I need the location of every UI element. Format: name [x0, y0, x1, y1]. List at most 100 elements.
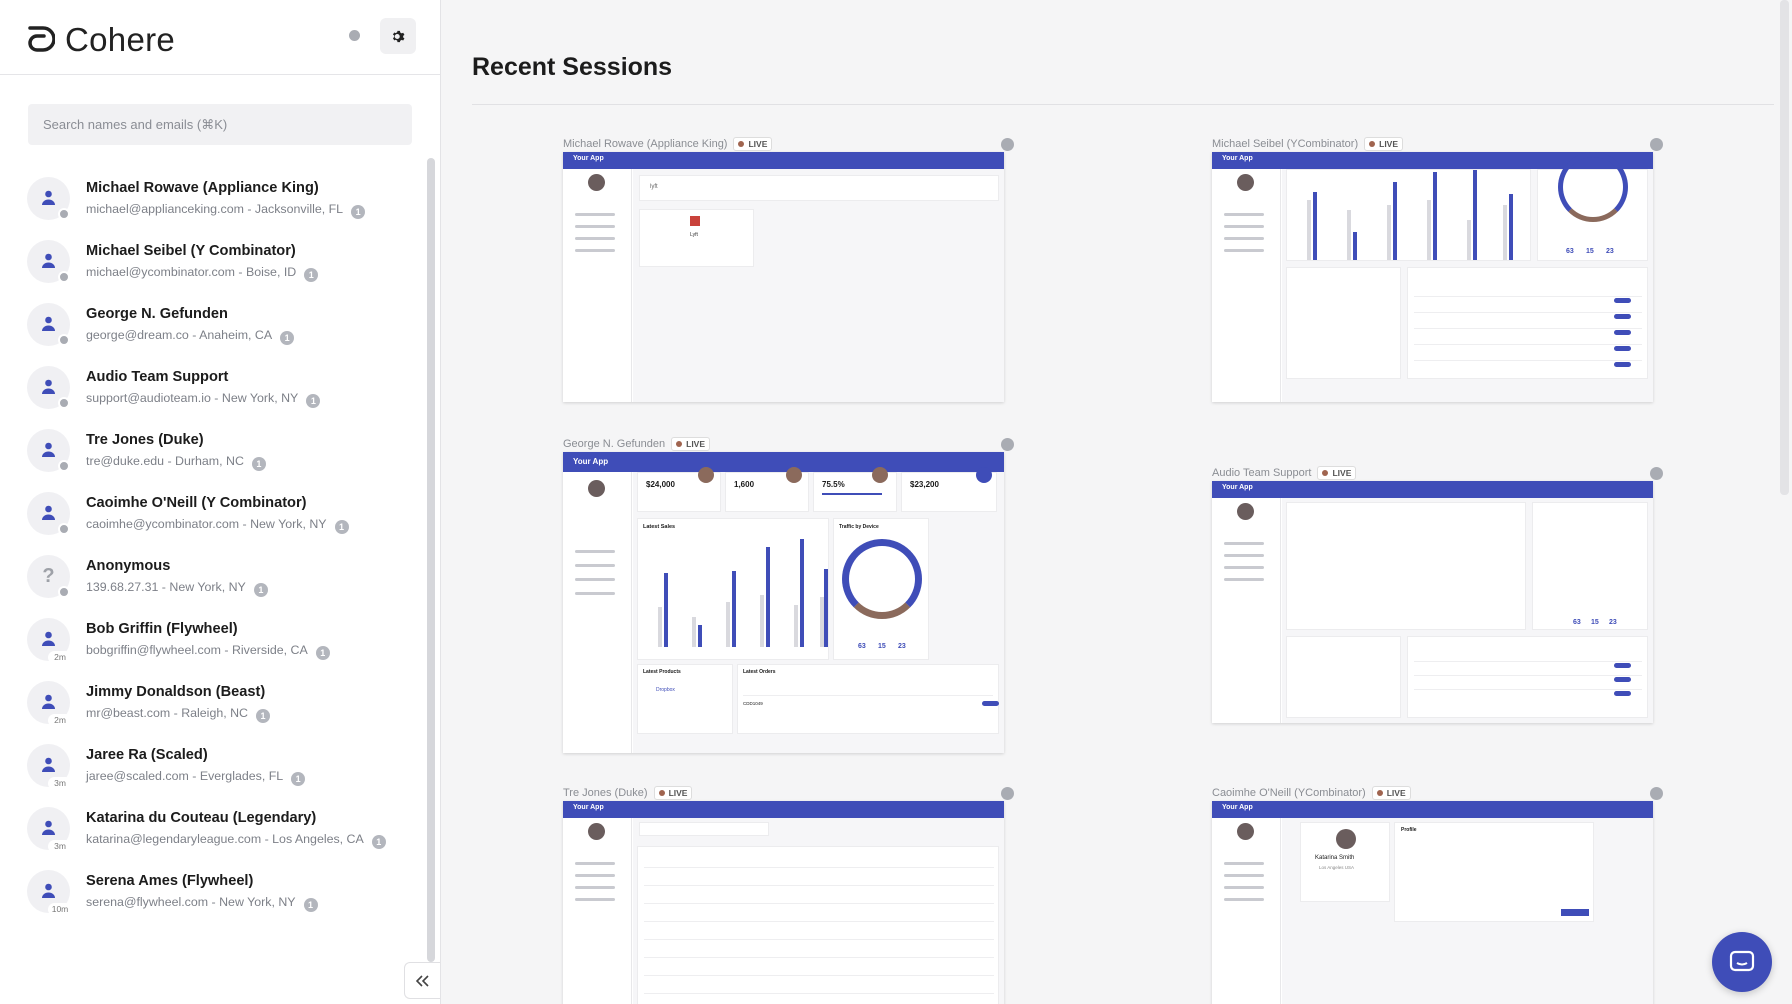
user-email: serena@flywheel.com [86, 895, 209, 909]
user-email: jaree@scaled.com [86, 769, 189, 783]
user-meta: serena@flywheel.com - New York, NY 1 [86, 895, 318, 912]
thumb-content [633, 818, 1004, 1004]
user-list-item[interactable]: Caoimhe O'Neill (Y Combinator) caoimhe@yc… [0, 469, 426, 541]
live-label: LIVE [1332, 468, 1352, 478]
live-dot-icon [1369, 141, 1376, 147]
session-status-dot [1650, 138, 1663, 151]
user-list-item[interactable]: 10m Serena Ames (Flywheel) serena@flywheel… [0, 847, 426, 919]
thumb-content: 63 15 23 [1282, 498, 1653, 723]
user-list-item[interactable]: George N. Gefunden george@dream.co - Anah… [0, 280, 426, 352]
thumb-avatar [588, 174, 605, 191]
session-status-dot [1650, 467, 1663, 480]
user-email: 139.68.27.31 [86, 580, 159, 594]
thumb-avatar [1237, 823, 1254, 840]
live-dot-icon [658, 790, 665, 796]
thumb-avatar [588, 480, 605, 497]
session-thumbnail[interactable]: Your App lyft Lyft [563, 152, 1004, 402]
thumb-sidebar [1212, 818, 1281, 1004]
user-email: tre@duke.edu [86, 454, 165, 468]
person-icon [42, 316, 55, 331]
brand[interactable]: Cohere [27, 20, 175, 60]
meta-separator: - [220, 643, 232, 657]
user-name: Audio Team Support [86, 369, 229, 385]
chat-icon [1729, 950, 1755, 972]
user-email: michael@ycombinator.com [86, 265, 235, 279]
session-status-dot [1001, 138, 1014, 151]
sidebar-divider [0, 74, 440, 75]
thumb-avatar [588, 823, 605, 840]
session-thumbnail[interactable]: Your App 63 15 23 [1212, 152, 1653, 402]
user-list-item[interactable]: ? Anonymous 139.68.27.31 - New York, NY 1 [0, 532, 426, 604]
user-list-item[interactable]: 3m Jaree Ra (Scaled) jaree@scaled.com - Ev… [0, 721, 426, 793]
thumb-device-value: 23 [1606, 248, 1614, 255]
meta-separator: - [261, 832, 273, 846]
user-email: michael@applianceking.com [86, 202, 244, 216]
thumb-stat: 75.5% [822, 480, 845, 489]
thumb-search-value: lyft [650, 184, 658, 190]
thumb-avatar [1237, 174, 1254, 191]
chat-launcher-button[interactable] [1712, 932, 1772, 992]
thumb-sidebar [563, 472, 632, 753]
thumb-content: lyft Lyft [633, 169, 1004, 402]
session-thumbnail[interactable]: Your App $24,000 1,600 75.5% $23,200 Lat… [563, 452, 1004, 753]
user-list-item[interactable]: Michael Rowave (Appliance King) michael@a… [0, 154, 426, 226]
search-input[interactable] [28, 104, 412, 145]
session-thumbnail[interactable]: Your App Katarina Smith Los Angeles USA P… [1212, 801, 1653, 1004]
status-dot-icon [349, 30, 360, 41]
user-location: Anaheim, CA [199, 328, 273, 342]
meta-separator: - [243, 202, 255, 216]
session-status-dot [1001, 438, 1014, 451]
thumb-sidebar [1212, 498, 1281, 723]
user-list: Michael Rowave (Appliance King) michael@a… [0, 154, 426, 1004]
settings-button[interactable] [380, 18, 416, 54]
live-label: LIVE [686, 439, 706, 449]
session-label: Caoimhe O'Neill (YCombinator) LIVE [1212, 786, 1411, 800]
sidebar-scrollbar[interactable] [427, 158, 435, 962]
user-list-item[interactable]: Tre Jones (Duke) tre@duke.edu - Durham, N… [0, 406, 426, 478]
user-location: Jacksonville, FL [254, 202, 344, 216]
live-dot-icon [1322, 470, 1329, 476]
thumb-device-value: 63 [1573, 619, 1581, 626]
user-list-item[interactable]: 2m Bob Griffin (Flywheel) bobgriffin@flywh… [0, 595, 426, 667]
user-name: Michael Seibel (Y Combinator) [86, 243, 296, 259]
session-thumbnail[interactable]: Your App 63 15 23 [1212, 481, 1653, 723]
live-label: LIVE [668, 788, 688, 798]
user-email: support@audioteam.io [86, 391, 211, 405]
cohere-logo-icon [28, 26, 55, 52]
user-name: Jimmy Donaldson (Beast) [86, 684, 266, 700]
person-icon [42, 694, 55, 709]
user-list-item[interactable]: Michael Seibel (Y Combinator) michael@yco… [0, 217, 426, 289]
thumb-stat: $24,000 [646, 480, 675, 489]
live-badge: LIVE [653, 786, 693, 800]
thumb-app-bar: Your App [563, 801, 1004, 818]
last-seen-badge: 10m [48, 903, 72, 916]
user-list-item[interactable]: Audio Team Support support@audioteam.io -… [0, 343, 426, 415]
thumb-device-value: 15 [1591, 619, 1599, 626]
thumb-sidebar [563, 169, 632, 402]
live-badge: LIVE [671, 437, 711, 451]
thumb-app-bar: Your App [563, 452, 1004, 472]
thumb-order-ref: CDD1049 [743, 701, 763, 706]
collapse-sidebar-button[interactable] [404, 962, 440, 999]
session-thumbnail[interactable]: Your App [563, 801, 1004, 1004]
user-location: Riverside, CA [231, 643, 308, 657]
thumb-sidebar [1212, 169, 1281, 402]
thumb-stat: $23,200 [910, 480, 939, 489]
thumb-profile-location: Los Angeles USA [1319, 865, 1355, 870]
thumb-orders-title: Latest Orders [743, 669, 776, 675]
double-chevron-left-icon [416, 974, 429, 987]
live-dot-icon [1376, 790, 1383, 796]
thumb-device-value: 15 [1586, 248, 1594, 255]
person-icon [42, 505, 55, 520]
session-user-name: George N. Gefunden [563, 438, 666, 450]
thumb-traffic-title: Traffic by Device [839, 524, 879, 530]
session-user-name: Caoimhe O'Neill (YCombinator) [1212, 787, 1366, 799]
main-content: Recent Sessions Michael Rowave (Applianc… [442, 0, 1792, 1004]
user-list-item[interactable]: 3m Katarina du Couteau (Legendary) katarin… [0, 784, 426, 856]
session-user-name: Tre Jones (Duke) [563, 787, 648, 799]
user-list-item[interactable]: 2m Jimmy Donaldson (Beast) mr@beast.com - … [0, 658, 426, 730]
meta-separator: - [158, 580, 170, 594]
user-name: Jaree Ra (Scaled) [86, 747, 208, 763]
main-scrollbar[interactable] [1780, 0, 1789, 495]
user-name: Katarina du Couteau (Legendary) [86, 810, 317, 826]
